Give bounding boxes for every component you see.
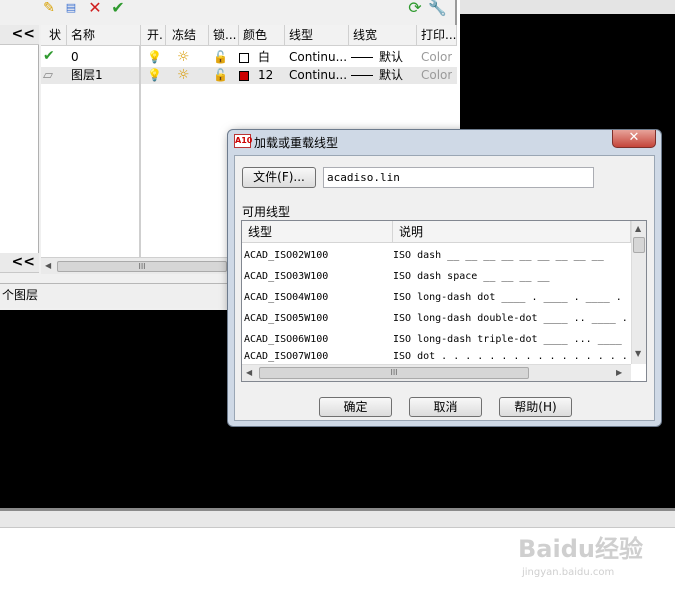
horizontal-scrollbar[interactable]: ◀ III ▶: [242, 364, 631, 381]
linetype-name: ACAD_ISO05W100: [244, 313, 329, 324]
linetype-name: ACAD_ISO07W100: [244, 351, 329, 362]
layer-icon: ▱: [43, 68, 53, 83]
collapse-icon[interactable]: <<: [0, 25, 39, 45]
column-divider: [139, 46, 141, 273]
drawing-area-strip: [460, 0, 675, 14]
list-item[interactable]: ACAD_ISO03W100 ISO dash space __ __ __ _…: [242, 266, 632, 287]
layer-name[interactable]: 图层1: [71, 67, 103, 84]
sun-thaw-icon[interactable]: ☼: [177, 49, 190, 66]
lineweight-line-icon: [351, 57, 373, 58]
linetype-description: ISO dash __ __ __ __ __ __ __ __ __: [393, 250, 604, 261]
delete-layer-icon[interactable]: ✕: [86, 0, 104, 16]
help-button[interactable]: 帮助(H): [499, 397, 572, 417]
file-button[interactable]: 文件(F)...: [242, 167, 316, 188]
current-check-icon: ✔: [43, 48, 55, 64]
available-linetypes-label: 可用线型: [242, 205, 291, 219]
col-status[interactable]: 状: [41, 25, 67, 46]
list-item[interactable]: ACAD_ISO06W100 ISO long-dash triple-dot …: [242, 329, 632, 350]
col-on[interactable]: 开.: [141, 25, 166, 46]
new-layer-icon[interactable]: ✎: [40, 0, 58, 16]
plot-style-value: Color: [421, 68, 453, 82]
new-layer-vp-frozen-icon[interactable]: ▤: [62, 0, 80, 16]
col-freeze[interactable]: 冻结: [166, 25, 209, 46]
col-plot-style[interactable]: 打印...: [417, 25, 457, 46]
lineweight-value[interactable]: 默认: [379, 67, 403, 84]
layer-name[interactable]: 0: [71, 49, 79, 66]
linetype-description: ISO long-dash dot ____ . ____ . ____ .: [393, 292, 622, 303]
linetype-list[interactable]: 线型 说明 ACAD_ISO02W100 ISO dash __ __ __ _…: [241, 220, 647, 382]
sun-thaw-icon[interactable]: ☼: [177, 67, 190, 84]
color-swatch[interactable]: [239, 53, 249, 63]
linetype-name: ACAD_ISO03W100: [244, 271, 329, 282]
scroll-left-icon[interactable]: ◀: [246, 368, 252, 377]
scroll-down-icon[interactable]: ▼: [635, 349, 641, 358]
col-description[interactable]: 说明: [393, 221, 631, 243]
linetype-name: ACAD_ISO04W100: [244, 292, 329, 303]
scroll-left-icon[interactable]: ◀: [45, 261, 51, 270]
layer-row[interactable]: ▱ 图层1 💡 ☼ 🔓 12 Continu... 默认 Color: [41, 67, 457, 84]
color-name: 12: [258, 68, 274, 82]
horizontal-scrollbar[interactable]: ◀ III: [41, 257, 231, 274]
list-item[interactable]: ACAD_ISO05W100 ISO long-dash double-dot …: [242, 308, 632, 329]
watermark-url: jingyan.baidu.com: [522, 567, 615, 578]
dialog-title: 加载或重载线型: [254, 136, 339, 150]
col-color[interactable]: 颜色: [239, 25, 285, 46]
vertical-scrollbar[interactable]: ▲ ▼: [631, 221, 646, 364]
linetype-name: ACAD_ISO06W100: [244, 334, 329, 345]
col-linetype[interactable]: 线型: [285, 25, 349, 46]
scroll-thumb[interactable]: III: [57, 261, 227, 272]
settings-icon[interactable]: 🔧: [428, 0, 447, 16]
linetype-description: ISO long-dash double-dot ____ .. ____ .: [393, 313, 628, 324]
ok-button[interactable]: 确定: [319, 397, 392, 417]
col-name[interactable]: 名称: [67, 25, 141, 46]
linetype-description: ISO long-dash triple-dot ____ ... ____: [393, 334, 622, 345]
bulb-on-icon[interactable]: 💡: [147, 67, 162, 84]
autocad-app-icon: A10: [234, 134, 252, 148]
collapse-icon[interactable]: <<: [0, 253, 39, 273]
color-swatch[interactable]: [239, 71, 249, 81]
refresh-icon[interactable]: ⟳: [406, 0, 424, 16]
unlock-icon[interactable]: 🔓: [213, 67, 228, 84]
plot-style-value: Color: [421, 50, 453, 64]
list-item[interactable]: ACAD_ISO02W100 ISO dash __ __ __ __ __ _…: [242, 245, 632, 266]
unlock-icon[interactable]: 🔓: [213, 49, 228, 66]
status-text: 个图层: [2, 288, 39, 302]
file-path-field[interactable]: acadiso.lin: [323, 167, 594, 188]
scroll-thumb[interactable]: III: [259, 367, 529, 379]
layer-filter-tree[interactable]: << <<: [0, 25, 39, 273]
close-icon[interactable]: ✕: [612, 130, 656, 148]
scroll-thumb[interactable]: [633, 237, 645, 253]
col-lineweight[interactable]: 线宽: [349, 25, 417, 46]
list-item[interactable]: ACAD_ISO04W100 ISO long-dash dot ____ . …: [242, 287, 632, 308]
col-linetype[interactable]: 线型: [242, 221, 393, 243]
linetype-name: ACAD_ISO02W100: [244, 250, 329, 261]
dialog-body: 文件(F)... acadiso.lin 可用线型 线型 说明 ACAD_ISO…: [234, 155, 655, 421]
baidu-watermark: Baidu经验 jingyan.baidu.com: [518, 527, 668, 591]
watermark-brand: Baidu经验: [518, 535, 643, 563]
scroll-up-icon[interactable]: ▲: [635, 224, 641, 233]
load-reload-linetypes-dialog: A10 加载或重载线型 ✕ 文件(F)... acadiso.lin 可用线型 …: [227, 129, 662, 427]
linetype-value[interactable]: Continu...: [289, 49, 347, 66]
scroll-right-icon[interactable]: ▶: [616, 368, 622, 377]
bulb-on-icon[interactable]: 💡: [147, 49, 162, 66]
set-current-icon[interactable]: ✔: [109, 0, 127, 16]
lineweight-line-icon: [351, 75, 373, 76]
lineweight-value[interactable]: 默认: [379, 49, 403, 66]
linetype-value[interactable]: Continu...: [289, 67, 347, 84]
cancel-button[interactable]: 取消: [409, 397, 482, 417]
col-lock[interactable]: 锁...: [209, 25, 239, 46]
dialog-titlebar[interactable]: A10 加载或重载线型 ✕: [228, 130, 661, 154]
linetype-description: ISO dot . . . . . . . . . . . . . . . .: [393, 351, 628, 362]
layer-row[interactable]: ✔ 0 💡 ☼ 🔓 白 Continu... 默认 Color: [41, 48, 457, 66]
bottom-bar: [0, 508, 675, 528]
list-item[interactable]: ACAD_ISO07W100 ISO dot . . . . . . . . .…: [242, 350, 632, 364]
color-name: 白: [258, 50, 271, 64]
linetype-description: ISO dash space __ __ __ __: [393, 271, 550, 282]
